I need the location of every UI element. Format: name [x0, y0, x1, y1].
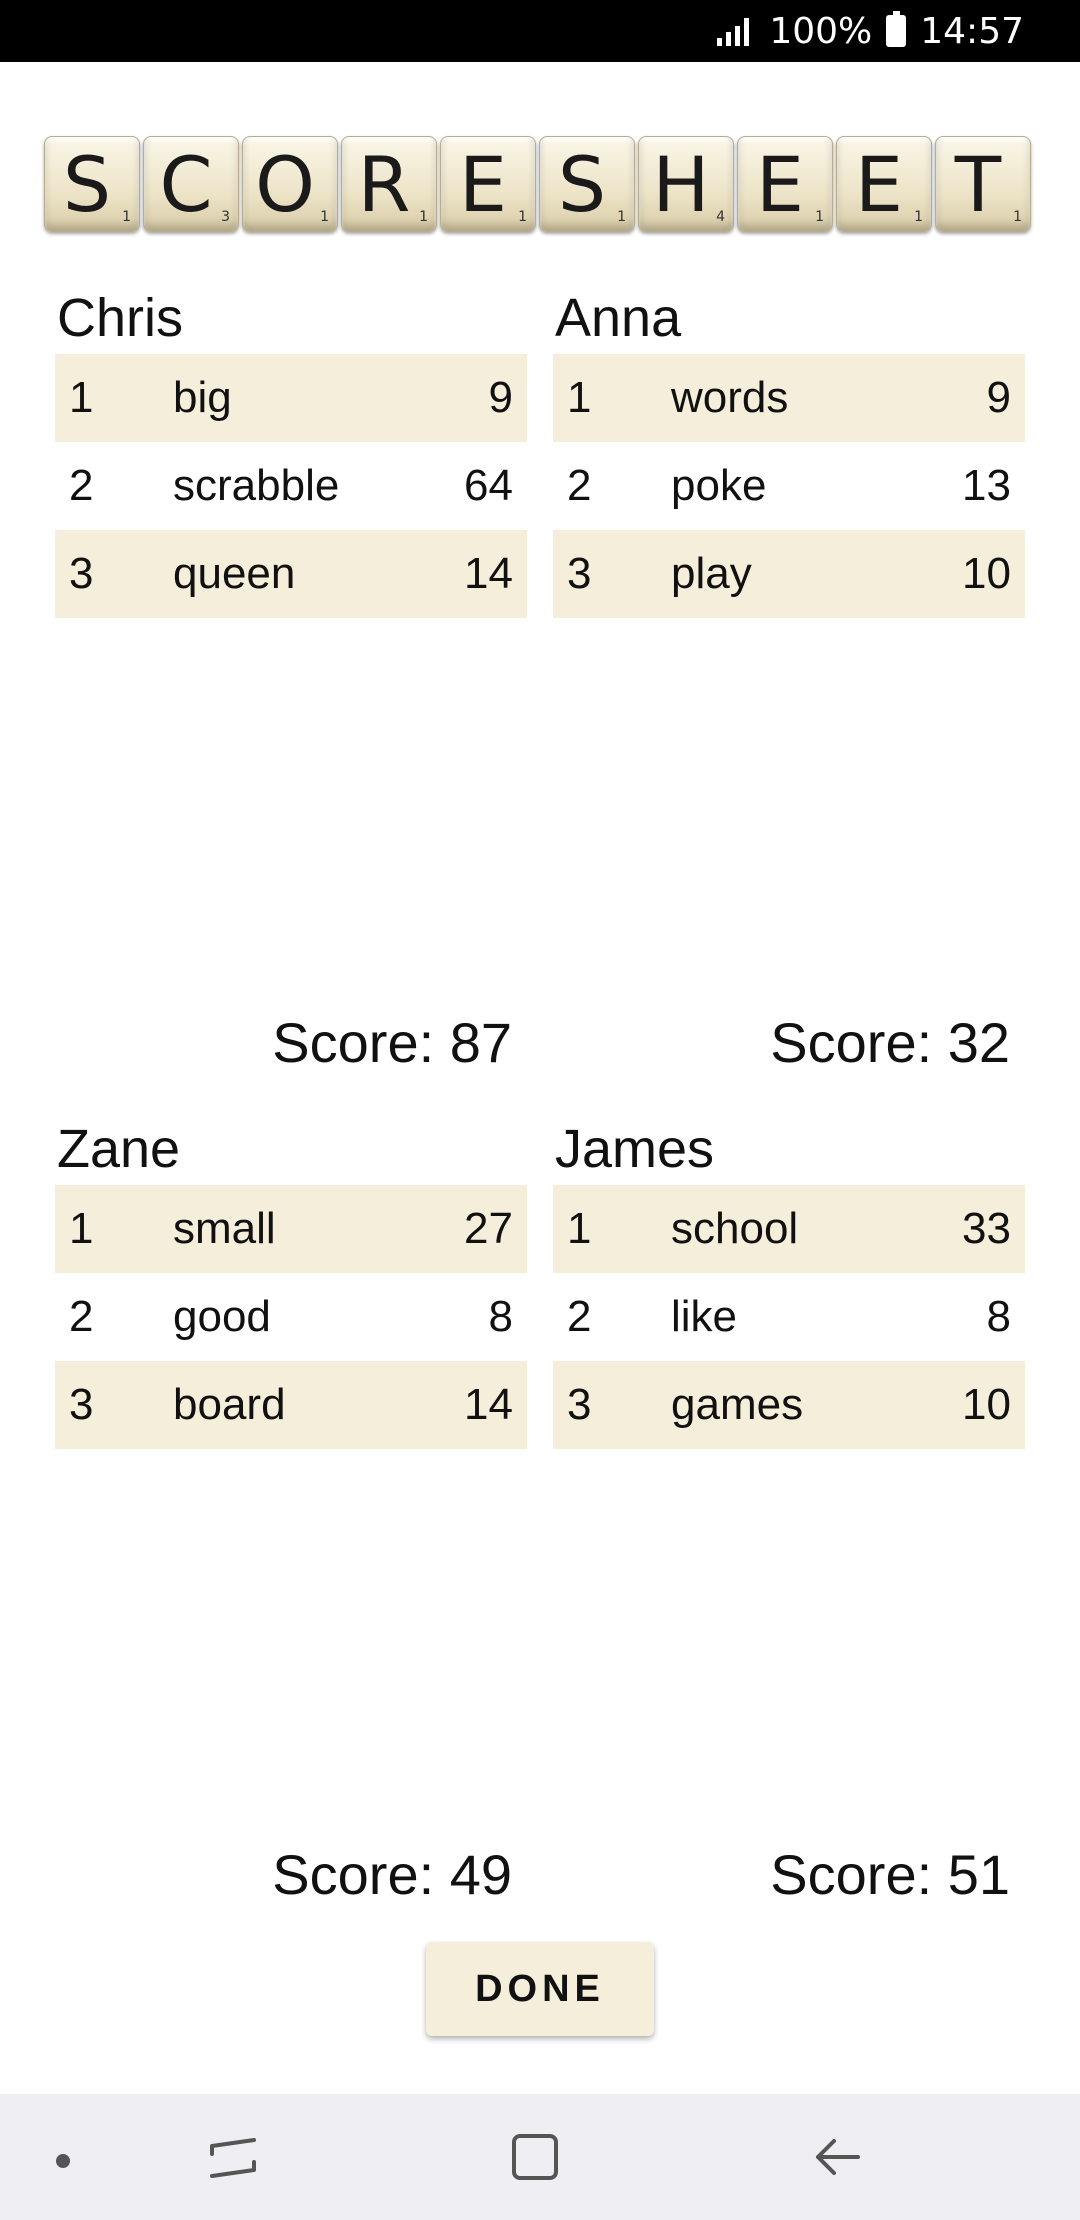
title-tile: S1 — [44, 136, 140, 232]
table-row: 3 board 14 — [55, 1361, 527, 1449]
dot-icon[interactable] — [56, 2154, 70, 2168]
table-row: 2 good 8 — [69, 1292, 513, 1341]
title-tile: C3 — [143, 136, 239, 232]
table-row: 1 small 27 — [55, 1185, 527, 1273]
player-panel-zane: Zane 1 small 27 2 good 8 3 board 14 — [55, 1113, 527, 1449]
clock: 14:57 — [920, 10, 1024, 52]
navigation-bar — [0, 2094, 1080, 2220]
player-score: Score: 32 — [770, 1011, 1010, 1074]
home-icon[interactable] — [512, 2134, 558, 2180]
player-name: Anna — [555, 288, 682, 348]
player-name: Zane — [57, 1119, 181, 1179]
title-tile: E1 — [440, 136, 536, 232]
table-row: 1 words 9 — [553, 354, 1025, 442]
player-panel-anna: Anna 1 words 9 2 poke 13 3 play 10 — [553, 282, 1025, 618]
signal-icon — [717, 16, 750, 46]
player-name: James — [555, 1119, 715, 1179]
status-bar: 100% 14:57 — [0, 0, 1080, 62]
table-row: 3 queen 14 — [55, 530, 527, 618]
table-row: 2 poke 13 — [567, 461, 1011, 510]
table-row: 2 like 8 — [567, 1292, 1011, 1341]
title-tile: E1 — [836, 136, 932, 232]
table-row: 3 play 10 — [553, 530, 1025, 618]
title-tile: E1 — [737, 136, 833, 232]
title-tile: R1 — [341, 136, 437, 232]
table-row: 2 scrabble 64 — [69, 461, 513, 510]
title-tile: H4 — [638, 136, 734, 232]
player-score: Score: 87 — [272, 1011, 512, 1074]
recent-apps-icon[interactable] — [208, 2136, 258, 2180]
player-score: Score: 51 — [770, 1843, 1010, 1906]
player-panel-james: James 1 school 33 2 like 8 3 games 10 — [553, 1113, 1025, 1449]
battery-icon — [886, 11, 907, 47]
player-score: Score: 49 — [272, 1843, 512, 1906]
battery-percent: 100% — [769, 10, 873, 52]
table-row: 1 big 9 — [55, 354, 527, 442]
table-row: 1 school 33 — [553, 1185, 1025, 1273]
scoresheet-title: S1 C3 O1 R1 E1 S1 H4 E1 E1 T1 — [44, 136, 1036, 232]
player-name: Chris — [57, 288, 184, 348]
title-tile: O1 — [242, 136, 338, 232]
title-tile: S1 — [539, 136, 635, 232]
player-panel-chris: Chris 1 big 9 2 scrabble 64 3 queen 14 — [55, 282, 527, 618]
table-row: 3 games 10 — [553, 1361, 1025, 1449]
title-tile: T1 — [935, 136, 1031, 232]
done-button[interactable]: DONE — [426, 1942, 654, 2036]
back-icon[interactable] — [812, 2132, 862, 2182]
